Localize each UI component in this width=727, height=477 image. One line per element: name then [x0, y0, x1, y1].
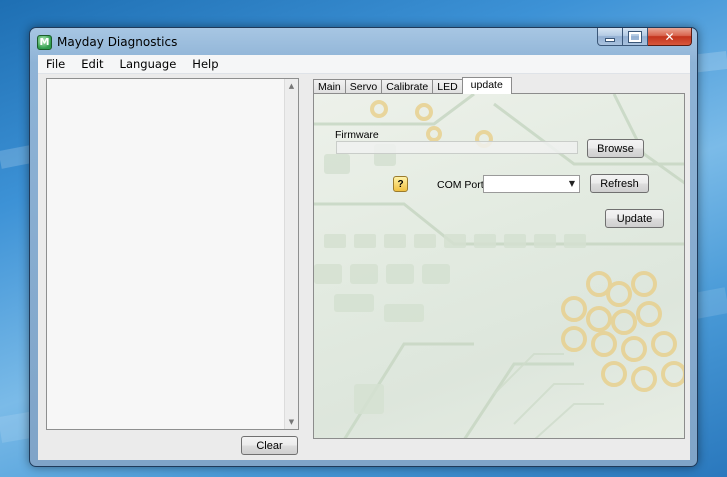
- menu-edit[interactable]: Edit: [73, 57, 111, 71]
- close-button[interactable]: ✕: [648, 28, 692, 46]
- menu-bar: File Edit Language Help: [38, 55, 690, 74]
- firmware-label: Firmware: [335, 129, 379, 141]
- minimize-button[interactable]: [597, 28, 623, 46]
- tab-led[interactable]: LED: [432, 79, 463, 94]
- window-controls: ✕: [597, 28, 692, 47]
- com-port-label: COM Port: [437, 179, 484, 191]
- com-port-select[interactable]: ▼: [483, 175, 580, 193]
- menu-language[interactable]: Language: [112, 57, 185, 71]
- app-logo-icon: M: [37, 35, 52, 50]
- firmware-path-input[interactable]: [336, 141, 578, 154]
- tab-servo[interactable]: Servo: [344, 79, 383, 94]
- window-title: Mayday Diagnostics: [57, 35, 178, 49]
- log-scrollbar[interactable]: ▲ ▼: [284, 79, 298, 429]
- clear-button[interactable]: Clear: [241, 436, 298, 455]
- menu-help[interactable]: Help: [184, 57, 226, 71]
- log-output[interactable]: ▲ ▼: [46, 78, 299, 430]
- close-icon: ✕: [664, 29, 675, 44]
- help-button[interactable]: ?: [393, 176, 408, 192]
- title-bar[interactable]: M Mayday Diagnostics ✕: [30, 28, 697, 55]
- minimize-icon: [605, 37, 615, 42]
- update-tab-page: Firmware Browse ? COM Port ▼ Refresh Upd…: [313, 93, 685, 439]
- tab-control: Main Servo Calibrate LED update Firmware…: [313, 74, 689, 444]
- scroll-down-arrow-icon[interactable]: ▼: [285, 418, 298, 426]
- browse-button[interactable]: Browse: [587, 139, 644, 158]
- maximize-button[interactable]: [623, 28, 648, 46]
- maximize-icon: [628, 30, 642, 43]
- tab-strip: Main Servo Calibrate LED update: [313, 77, 512, 94]
- client-area: ▲ ▼ Clear Main Servo Calibrate LED updat…: [38, 74, 690, 460]
- tab-update[interactable]: update: [461, 77, 512, 94]
- update-button[interactable]: Update: [605, 209, 664, 228]
- refresh-button[interactable]: Refresh: [590, 174, 649, 193]
- chevron-down-icon: ▼: [568, 179, 575, 188]
- scroll-up-arrow-icon[interactable]: ▲: [285, 82, 298, 90]
- menu-file[interactable]: File: [38, 57, 73, 71]
- tab-calibrate[interactable]: Calibrate: [381, 79, 434, 94]
- tab-main[interactable]: Main: [313, 79, 346, 94]
- app-window: M Mayday Diagnostics ✕ File Edit Languag…: [29, 27, 698, 467]
